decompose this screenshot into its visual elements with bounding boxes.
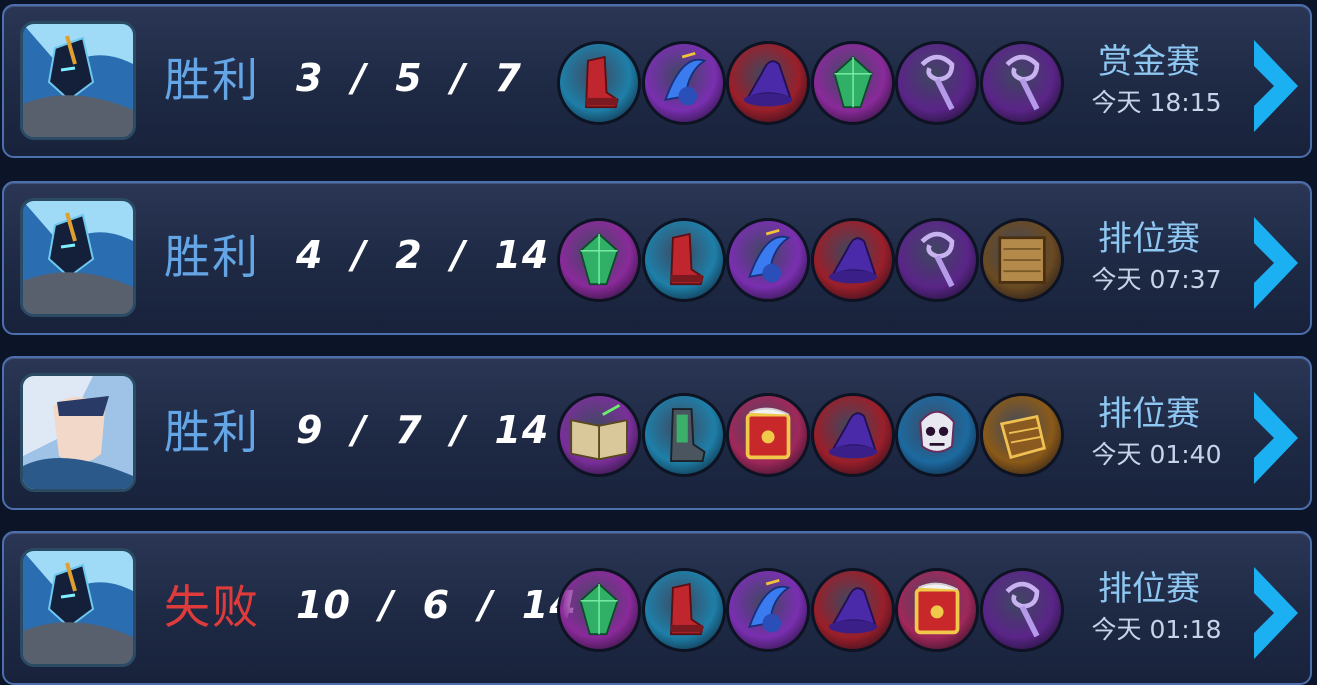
kda-score: 3 / 5 / 7 — [296, 56, 522, 100]
purple-scepter-icon — [979, 41, 1064, 125]
match-result: 胜利 — [164, 230, 260, 284]
wooden-book-icon — [979, 218, 1064, 302]
game-mode: 赏金赛 — [1098, 42, 1200, 82]
hero-portrait — [20, 21, 136, 140]
hero-portrait — [20, 373, 136, 492]
red-boots-icon — [641, 218, 726, 302]
green-gem-icon — [810, 41, 895, 125]
green-gem-icon — [557, 568, 641, 652]
blue-feather-orb-icon — [726, 218, 810, 302]
game-mode: 排位赛 — [1098, 219, 1200, 259]
kda-score: 10 / 6 / 14 — [296, 583, 577, 627]
match-row[interactable]: 胜利 4 / 2 / 14 排位赛 今天 07:37 — [2, 181, 1312, 335]
green-gem-icon — [557, 218, 641, 302]
purple-wizard-hat-icon — [810, 218, 895, 302]
match-time: 今天 07:37 — [1091, 265, 1222, 294]
red-boots-icon — [557, 41, 641, 125]
purple-scepter-icon — [979, 568, 1064, 652]
skull-mask-icon — [895, 393, 979, 477]
chevron-right-icon[interactable] — [1246, 388, 1306, 488]
hero-portrait — [20, 548, 136, 667]
match-row[interactable]: 胜利 9 / 7 / 14 排位赛 今天 01:40 — [2, 356, 1312, 510]
kda-score: 4 / 2 / 14 — [296, 233, 550, 277]
golden-tome-icon — [895, 568, 979, 652]
purple-scepter-icon — [895, 41, 979, 125]
game-mode: 排位赛 — [1098, 394, 1200, 434]
match-time: 今天 01:18 — [1091, 615, 1222, 644]
match-time: 今天 18:15 — [1091, 88, 1222, 117]
purple-wizard-hat-icon — [810, 568, 895, 652]
purple-wizard-hat-icon — [726, 41, 810, 125]
match-history-list: 胜利 3 / 5 / 7 赏金赛 今天 18:15 胜利 4 / 2 / 14 … — [0, 0, 1317, 685]
game-mode: 排位赛 — [1098, 569, 1200, 609]
match-result: 胜利 — [164, 53, 260, 107]
match-row[interactable]: 失败 10 / 6 / 14 排位赛 今天 01:18 — [2, 531, 1312, 685]
match-time: 今天 01:40 — [1091, 440, 1222, 469]
green-boots-icon — [641, 393, 726, 477]
match-result: 失败 — [164, 580, 260, 634]
blue-feather-orb-icon — [641, 41, 726, 125]
purple-wizard-hat-icon — [810, 393, 895, 477]
chevron-right-icon[interactable] — [1246, 563, 1306, 663]
chevron-right-icon[interactable] — [1246, 36, 1306, 136]
hero-portrait — [20, 198, 136, 317]
match-row[interactable]: 胜利 3 / 5 / 7 赏金赛 今天 18:15 — [2, 4, 1312, 158]
kda-score: 9 / 7 / 14 — [296, 408, 550, 452]
purple-scepter-icon — [895, 218, 979, 302]
golden-tome-icon — [726, 393, 810, 477]
open-spellbook-icon — [557, 393, 641, 477]
chevron-right-icon[interactable] — [1246, 213, 1306, 313]
golden-gauntlet-icon — [979, 393, 1064, 477]
blue-feather-orb-icon — [726, 568, 810, 652]
match-result: 胜利 — [164, 405, 260, 459]
red-boots-icon — [641, 568, 726, 652]
